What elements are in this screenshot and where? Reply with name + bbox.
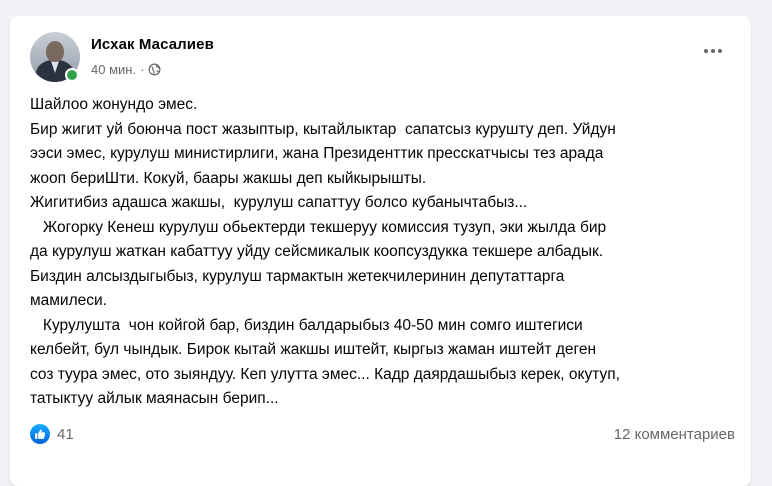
post-text: Шайлоо жонундо эмес. Бир жигит уй боюнча… xyxy=(30,93,735,412)
post-line: Шайлоо жонундо эмес. xyxy=(30,96,198,113)
comments-count-link[interactable]: 12 комментариев xyxy=(614,426,735,443)
post-meta: 40 мин. · xyxy=(91,62,161,77)
like-icon[interactable] xyxy=(30,424,50,444)
author-name[interactable]: Исхак Масалиев xyxy=(91,36,214,53)
post-line: Биздин алсыздыгыбыз, курулуш тармактын ж… xyxy=(30,267,565,285)
post-line: Жигитибиз адашса жакшы, курулуш сапаттуу… xyxy=(30,194,528,211)
post-line: ээси эмес, курулуш министирлиги, жана Пр… xyxy=(30,145,604,162)
post-line: жооп бериШти. Кокуй, баары жакшы деп кый… xyxy=(30,169,427,187)
post-line: Жогорку Кенеш курулуш обьектерди текшеру… xyxy=(30,218,607,236)
more-dot xyxy=(711,49,715,53)
post-time[interactable]: 40 мин. xyxy=(91,62,136,77)
thumbs-up-icon xyxy=(35,429,46,439)
online-status-dot xyxy=(65,68,79,82)
post-line: да курулуш жаткан кабаттуу уйду сейсмика… xyxy=(30,243,604,260)
avatar-head xyxy=(46,41,64,62)
meta-separator: · xyxy=(140,62,145,77)
post-line: соз туура эмес, ото зыяндуу. Кеп улутта … xyxy=(30,365,620,383)
more-dot xyxy=(704,49,708,53)
more-dot xyxy=(718,49,722,53)
more-options-icon[interactable] xyxy=(696,36,730,66)
post-footer: 41 12 комментариев xyxy=(30,422,735,446)
like-count[interactable]: 41 xyxy=(57,426,74,443)
post-line: келбейт, бул чындык. Бирок кытай жакшы и… xyxy=(30,341,597,358)
post-card: Исхак Масалиев 40 мин. · Шайлоо жонундо … xyxy=(10,16,751,486)
post-line: Бир жигит уй боюнча пост жазыптыр, кытай… xyxy=(30,120,616,138)
post-line: мамилеси. xyxy=(30,292,107,309)
post-line: татыктуу айлык маянасын берип... xyxy=(30,390,279,407)
avatar-wrap[interactable] xyxy=(30,32,80,82)
globe-icon[interactable] xyxy=(148,63,161,76)
post-line: Курулушта чон койгой бар, биздин балдары… xyxy=(30,316,583,334)
post-header: Исхак Масалиев 40 мин. · xyxy=(30,32,730,82)
